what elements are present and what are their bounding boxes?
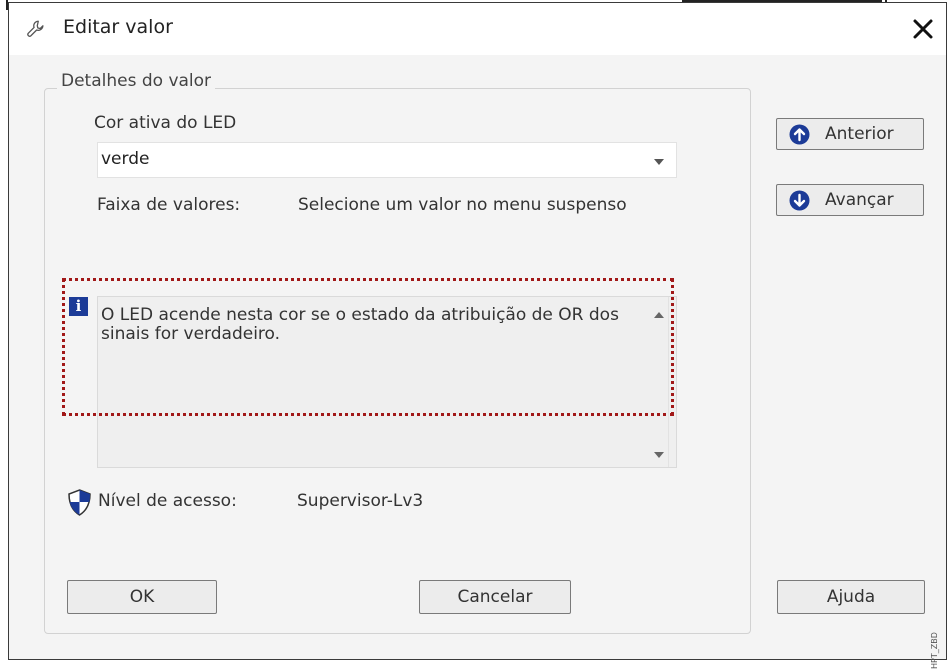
next-button[interactable]: Avançar: [776, 184, 924, 216]
led-color-label: Cor ativa do LED: [94, 113, 237, 133]
edit-value-dialog: Editar valor Detalhes do valor Cor ativa…: [8, 2, 947, 669]
cancel-button[interactable]: Cancelar: [419, 580, 571, 614]
previous-button[interactable]: Anterior: [776, 118, 924, 150]
image-code-label: HPT_ZBD: [930, 632, 939, 669]
previous-label: Anterior: [825, 124, 894, 144]
selected-value: verde: [101, 149, 150, 169]
help-button[interactable]: Ajuda: [777, 580, 925, 614]
led-color-select[interactable]: verde: [97, 142, 677, 178]
value-range-label: Faixa de valores:: [97, 195, 241, 215]
chevron-down-icon: [654, 159, 664, 165]
shield-icon: [68, 489, 91, 516]
highlight-frame: [62, 278, 674, 416]
ok-button[interactable]: OK: [67, 580, 217, 614]
group-label: Detalhes do valor: [57, 71, 216, 91]
value-range-text: Selecione um valor no menu suspenso: [298, 195, 627, 215]
access-level-label: Nível de acesso:: [98, 491, 237, 511]
scroll-down-arrow-icon[interactable]: [654, 452, 664, 458]
access-level-value: Supervisor-Lv3: [297, 491, 424, 511]
title-bar: Editar valor: [9, 3, 946, 55]
dialog-content: Detalhes do valor Cor ativa do LED verde…: [9, 55, 946, 669]
wrench-icon: [27, 20, 44, 37]
dialog-title: Editar valor: [63, 16, 173, 38]
arrow-down-circle-icon: [789, 190, 810, 211]
close-icon[interactable]: [909, 15, 937, 43]
arrow-up-circle-icon: [789, 124, 810, 145]
next-label: Avançar: [825, 190, 894, 210]
